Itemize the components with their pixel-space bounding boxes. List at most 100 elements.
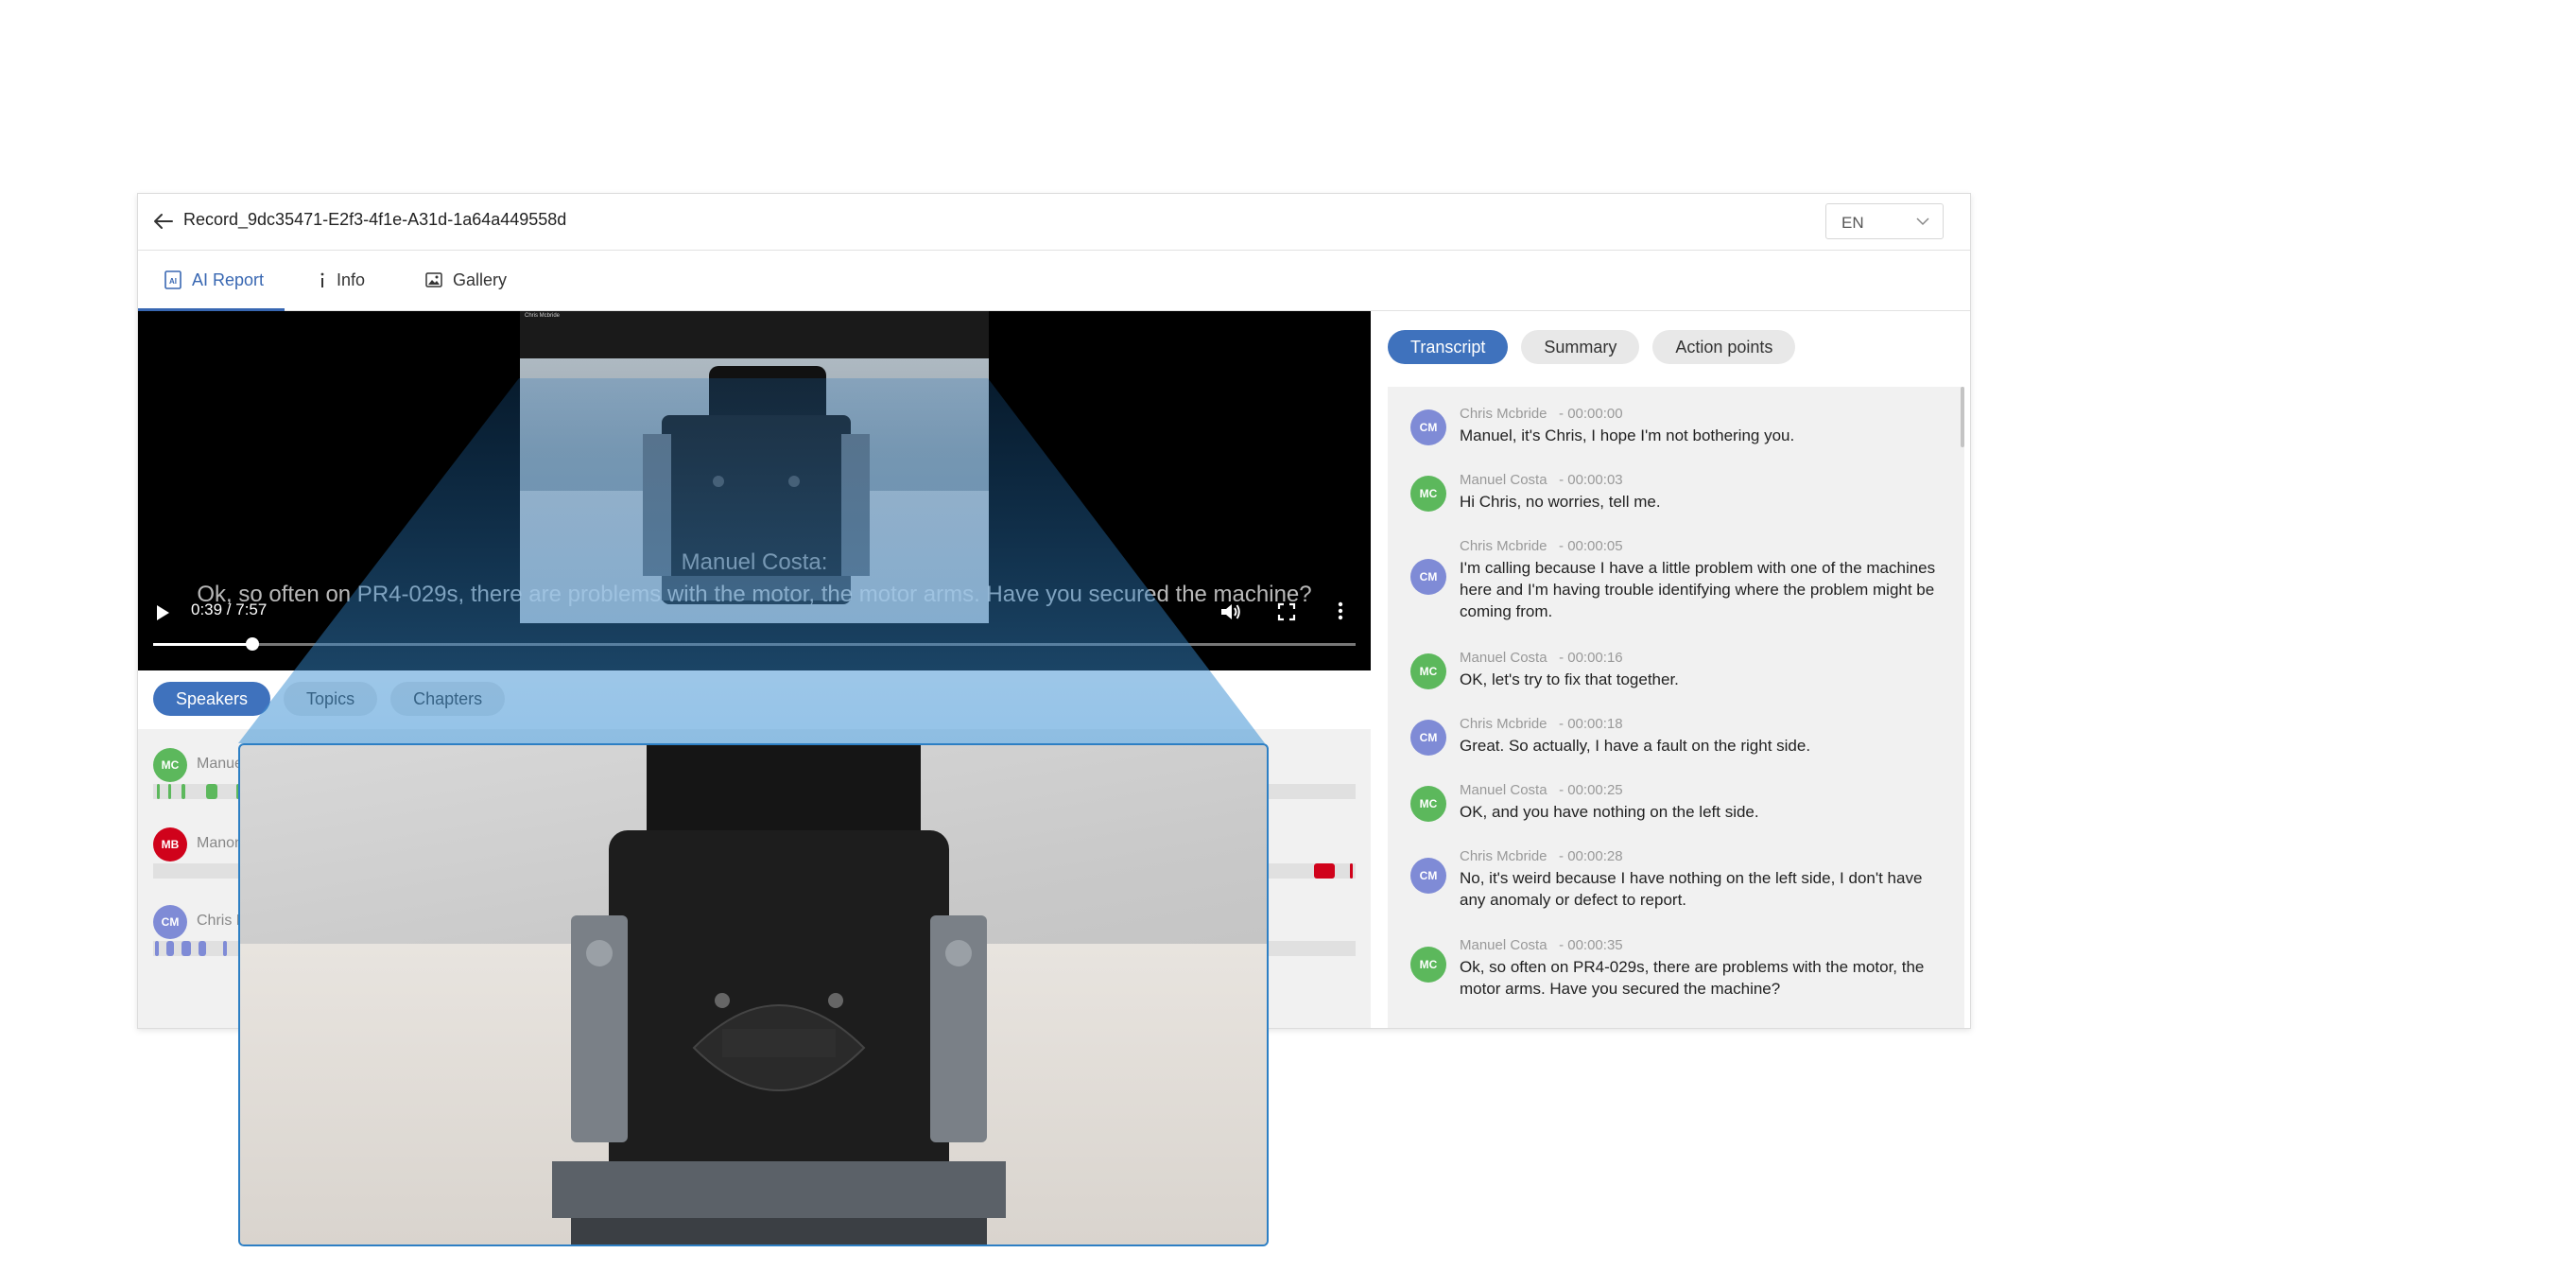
- language-value: EN: [1841, 214, 1864, 232]
- tab-speakers[interactable]: Speakers: [153, 682, 271, 716]
- tab-label: Gallery: [453, 270, 508, 289]
- entry-text: OK, let's try to fix that together.: [1460, 670, 1679, 688]
- tab-ai-report[interactable]: AI AI Report: [164, 251, 264, 309]
- info-icon: [320, 272, 324, 287]
- avatar: MB: [153, 827, 187, 862]
- entry-time: - 00:00:00: [1559, 406, 1623, 422]
- tab-info[interactable]: Info: [318, 251, 365, 309]
- entry-meta: Chris Mcbride - 00:00:05: [1460, 538, 1623, 554]
- record-title: Record_9dc35471-E2f3-4f1e-A31d-1a64a4495…: [183, 210, 567, 229]
- entry-time: - 00:00:28: [1559, 848, 1623, 864]
- avatar: MC: [153, 748, 187, 782]
- transcript-list[interactable]: CM Chris Mcbride - 00:00:00 Manuel, it's…: [1388, 387, 1964, 1028]
- tab-bar: AI AI Report Info Gallery: [138, 251, 1970, 311]
- avatar: CM: [1410, 559, 1446, 595]
- seek-bar-thumb[interactable]: [246, 637, 260, 651]
- entry-speaker: Manuel Costa: [1460, 650, 1547, 666]
- timeline-segment[interactable]: [199, 941, 206, 956]
- entry-meta: Manuel Costa - 00:00:03: [1460, 472, 1623, 488]
- tab-chapters[interactable]: Chapters: [390, 682, 506, 716]
- timeline-segment[interactable]: [157, 784, 160, 799]
- entry-speaker: Manuel Costa: [1460, 782, 1547, 798]
- seek-bar[interactable]: [153, 637, 1356, 651]
- speaker-timeline[interactable]: [153, 784, 1356, 799]
- tab-label: AI Report: [192, 270, 265, 289]
- entry-meta: Chris Mcbride - 00:00:00: [1460, 406, 1623, 422]
- entry-text: Great. So actually, I have a fault on th…: [1460, 737, 1811, 755]
- subtitle-speaker: Manuel Costa:: [681, 549, 828, 575]
- timeline-segment[interactable]: [182, 941, 191, 956]
- chevron-down-icon: [1916, 218, 1929, 226]
- speaker-row: CM Chris Mcbride: [153, 905, 1356, 971]
- timeline-segment[interactable]: [155, 941, 159, 956]
- timeline-segment[interactable]: [223, 941, 227, 956]
- entry-time: - 00:00:03: [1559, 472, 1623, 488]
- entry-text: Manuel, it's Chris, I hope I'm not bothe…: [1460, 426, 1795, 444]
- entry-time: - 00:00:05: [1559, 538, 1623, 554]
- speaker-name: Manon Blanc: [197, 835, 285, 851]
- transcript-panel: Transcript Summary Action points CM Chri…: [1371, 311, 1970, 1028]
- avatar: CM: [1410, 720, 1446, 756]
- speaker-row: MC Manuel Costa: [153, 748, 1356, 814]
- entry-speaker: Chris Mcbride: [1460, 538, 1547, 554]
- avatar: CM: [153, 905, 187, 939]
- avatar: CM: [1410, 858, 1446, 894]
- machine-image: [520, 366, 989, 623]
- avatar: MC: [1410, 653, 1446, 689]
- title-bar: Record_9dc35471-E2f3-4f1e-A31d-1a64a4495…: [138, 194, 1970, 251]
- entry-speaker: Manuel Costa: [1460, 937, 1547, 953]
- timeline-segment[interactable]: [166, 941, 174, 956]
- avatar: MC: [1410, 476, 1446, 512]
- ai-report-icon: AI: [164, 270, 182, 289]
- tab-label: Info: [337, 270, 366, 289]
- more-options-icon[interactable]: [1337, 600, 1344, 621]
- video-player[interactable]: Chris Mcbride Manuel Costa: Ok, so often…: [138, 311, 1371, 670]
- speakers-panel: MC Manuel Costa MB Manon Blanc CM Chris …: [138, 729, 1371, 1028]
- speaker-row: MB Manon Blanc: [153, 827, 1356, 894]
- subtitle-text: Ok, so often on PR4-029s, there are prob…: [197, 582, 1312, 607]
- tab-summary[interactable]: Summary: [1521, 330, 1640, 364]
- entry-speaker: Chris Mcbride: [1460, 848, 1547, 864]
- volume-icon[interactable]: [1219, 601, 1242, 622]
- entry-meta: Manuel Costa - 00:00:25: [1460, 782, 1623, 798]
- language-select[interactable]: EN: [1825, 203, 1944, 239]
- speaker-timeline[interactable]: [153, 863, 1356, 879]
- entry-speaker: Chris Mcbride: [1460, 716, 1547, 732]
- tab-action-points[interactable]: Action points: [1652, 330, 1796, 364]
- seek-bar-progress: [153, 643, 253, 646]
- entry-time: - 00:00:18: [1559, 716, 1623, 732]
- video-frame: Chris Mcbride: [520, 311, 989, 623]
- tab-gallery[interactable]: Gallery: [424, 251, 507, 309]
- entry-speaker: Chris Mcbride: [1460, 406, 1547, 422]
- fullscreen-icon[interactable]: [1277, 602, 1296, 621]
- play-icon[interactable]: [155, 604, 170, 621]
- svg-text:AI: AI: [169, 277, 177, 286]
- tab-topics[interactable]: Topics: [284, 682, 378, 716]
- avatar: CM: [1410, 409, 1446, 445]
- entry-time: - 00:00:35: [1559, 937, 1623, 953]
- entry-text: OK, and you have nothing on the left sid…: [1460, 803, 1759, 821]
- speaker-name: Manuel Costa: [197, 756, 290, 772]
- time-readout: 0:39 / 7:57: [191, 600, 268, 618]
- timeline-segment[interactable]: [168, 784, 171, 799]
- timeline-segment[interactable]: [236, 784, 240, 799]
- gallery-icon: [425, 272, 442, 287]
- timeline-segment[interactable]: [182, 784, 185, 799]
- entry-meta: Manuel Costa - 00:00:16: [1460, 650, 1623, 666]
- tab-transcript[interactable]: Transcript: [1388, 330, 1509, 364]
- entry-text: No, it's weird because I have nothing on…: [1460, 869, 1923, 909]
- timeline-segment[interactable]: [206, 784, 217, 799]
- entry-meta: Manuel Costa - 00:00:35: [1460, 937, 1623, 953]
- entry-text: Hi Chris, no worries, tell me.: [1460, 493, 1661, 511]
- entry-speaker: Manuel Costa: [1460, 472, 1547, 488]
- avatar: MC: [1410, 947, 1446, 983]
- timeline-segment[interactable]: [1350, 863, 1353, 879]
- timeline-segment[interactable]: [1314, 863, 1335, 879]
- analysis-tabs: Speakers Topics Chapters: [153, 682, 506, 716]
- transcript-scrollbar[interactable]: [1961, 387, 1964, 447]
- entry-text: I'm calling because I have a little prob…: [1460, 559, 1936, 620]
- back-arrow-icon[interactable]: [149, 207, 178, 235]
- entry-meta: Chris Mcbride - 00:00:28: [1460, 848, 1623, 864]
- app-window: Record_9dc35471-E2f3-4f1e-A31d-1a64a4495…: [137, 193, 1971, 1029]
- speaker-timeline[interactable]: [153, 941, 1356, 956]
